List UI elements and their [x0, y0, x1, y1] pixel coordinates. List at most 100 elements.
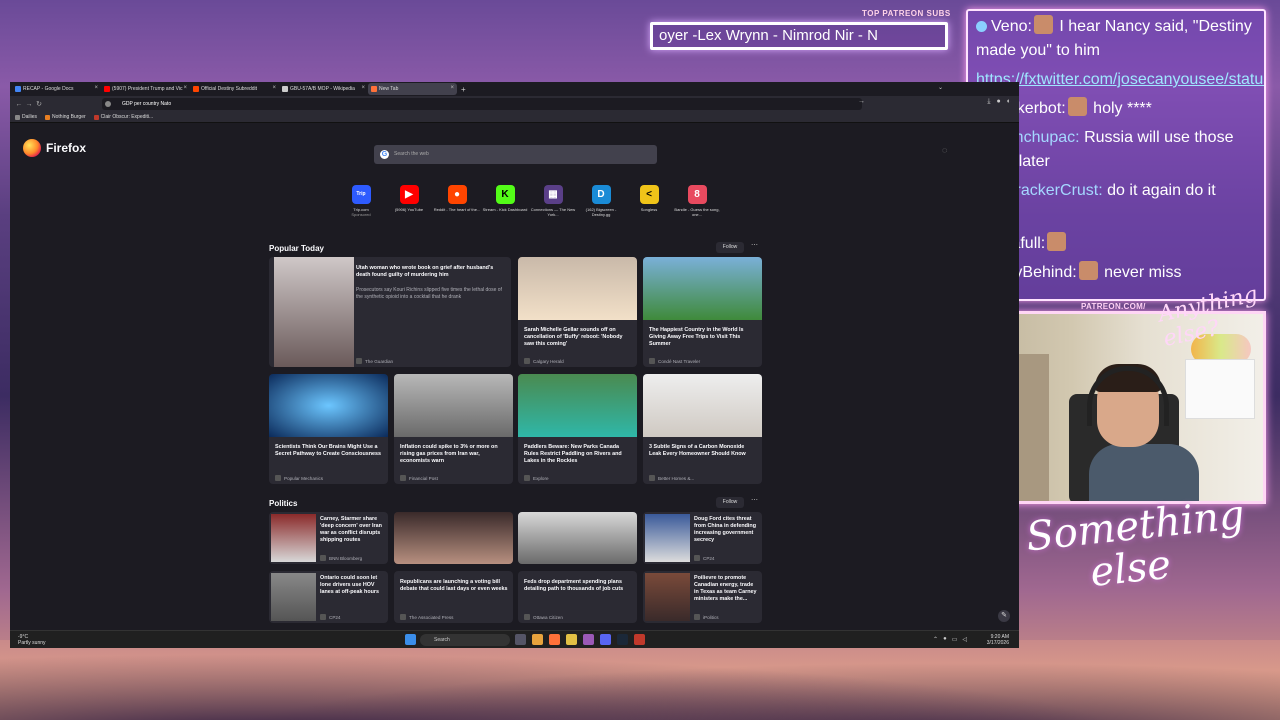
- source-logo-icon: [524, 358, 530, 364]
- close-icon[interactable]: ×: [94, 85, 98, 91]
- account-icon[interactable]: ●: [997, 98, 1001, 106]
- bookmark-item[interactable]: Nothing Burger: [45, 114, 86, 120]
- bookmark-icon: [45, 114, 51, 120]
- clock[interactable]: 9:20 AM 3/17/2026: [987, 634, 1009, 646]
- new-tab-plus-icon[interactable]: +: [461, 85, 466, 94]
- follow-popular-button[interactable]: Follow: [716, 242, 744, 253]
- shortcut-tile[interactable]: ● Reddit - The heart of the...: [433, 185, 481, 217]
- story-card[interactable]: Paddlers Beware: New Parks Canada Rules …: [518, 374, 637, 484]
- downloads-icon[interactable]: ⤓: [987, 98, 990, 106]
- close-icon[interactable]: ×: [450, 85, 454, 91]
- story-card[interactable]: Scientists Think Our Brains Might Use a …: [269, 374, 388, 484]
- story-source-name: BNN Bloomberg: [329, 555, 363, 561]
- story-card[interactable]: The Happiest Country in the World Is Giv…: [643, 257, 762, 367]
- shortcut-tile[interactable]: 8 Bandle - Guess the song, one...: [673, 185, 721, 217]
- tab-favicon-icon: [15, 86, 21, 92]
- edit-pen-icon[interactable]: ✎: [998, 610, 1010, 622]
- story-card[interactable]: Ontario could soon let lone drivers use …: [269, 571, 388, 623]
- firefox-taskbar-icon[interactable]: [549, 634, 560, 645]
- chat-link[interactable]: https://fxtwitter.com/josecanyousee/stat…: [976, 71, 1264, 88]
- back-icon[interactable]: ←: [14, 101, 24, 108]
- more-options-icon[interactable]: ⋯: [751, 496, 758, 504]
- tab-0[interactable]: RECAP - Google Docs ×: [12, 83, 101, 95]
- mic-icon[interactable]: ●: [943, 636, 947, 643]
- forward-icon[interactable]: →: [24, 101, 34, 108]
- story-card[interactable]: Sarah Michelle Gellar sounds off on canc…: [518, 257, 637, 367]
- go-arrow-icon[interactable]: →: [858, 98, 865, 105]
- story-card[interactable]: Carney, Starmer share 'deep concern' ove…: [269, 512, 388, 564]
- story-source-name: Ottawa Citizen: [533, 614, 563, 620]
- shortcut-tile[interactable]: D (162) Bigscreen - Destiny.gg: [577, 185, 625, 217]
- folder-icon[interactable]: [566, 634, 577, 645]
- follow-politics-button[interactable]: Follow: [716, 497, 744, 508]
- close-icon[interactable]: ×: [272, 85, 276, 91]
- webcam-shelf: [1185, 359, 1255, 419]
- source-logo-icon: [320, 555, 326, 561]
- story-card[interactable]: Inflation could spike to 3% or more on r…: [394, 374, 513, 484]
- url-text: GDP per country Nato: [122, 101, 172, 107]
- story-card[interactable]: 3 Subtle Signs of a Carbon Monoxide Leak…: [643, 374, 762, 484]
- shortcut-tile[interactable]: ▶ (5906) YouTube: [385, 185, 433, 217]
- shortcut-tile[interactable]: ▦ Connections — The New York...: [529, 185, 577, 217]
- shortcut-label: Songless: [640, 207, 658, 212]
- close-icon[interactable]: ×: [361, 85, 365, 91]
- shortcut-tile[interactable]: Trip Trip.com Sponsored: [337, 185, 385, 217]
- story-title: Republicans are launching a voting bill …: [400, 579, 508, 592]
- story-title: Paddlers Beware: New Parks Canada Rules …: [524, 444, 622, 464]
- task-view-icon[interactable]: [515, 634, 526, 645]
- story-card[interactable]: Feds drop department spending plans deta…: [518, 571, 637, 623]
- search-engine-icon[interactable]: [105, 101, 111, 107]
- politics-heading: Politics: [269, 499, 298, 508]
- bookmark-item[interactable]: Clair Obscur: Expediti...: [93, 114, 153, 120]
- story-card[interactable]: Utah woman who wrote book on grief after…: [269, 257, 511, 367]
- weather-widget[interactable]: -9°C Partly sunny: [18, 634, 46, 646]
- story-title: Feds drop department spending plans deta…: [524, 579, 624, 592]
- extensions-icon[interactable]: ◐: [1007, 98, 1011, 106]
- start-icon[interactable]: [405, 634, 416, 645]
- shortcut-tile[interactable]: < Songless: [625, 185, 673, 217]
- bookmark-item[interactable]: Dailies: [15, 114, 37, 120]
- shortcut-icon: 8: [687, 185, 707, 204]
- network-icon[interactable]: ▭: [952, 636, 958, 643]
- file-explorer-icon[interactable]: [532, 634, 543, 645]
- reload-icon[interactable]: ↻: [34, 100, 44, 108]
- tab-2[interactable]: Official Destiny Subreddit ×: [190, 83, 279, 95]
- story-source: Calgary Herald: [524, 358, 564, 364]
- source-logo-icon: [524, 614, 530, 620]
- chat-text: holy ****: [1093, 100, 1152, 117]
- search-input[interactable]: G Search the web: [374, 145, 657, 164]
- volume-icon[interactable]: ◁: [962, 636, 967, 643]
- chat-username[interactable]: Veno:: [991, 18, 1032, 35]
- discord-icon[interactable]: [600, 634, 611, 645]
- shortcut-tile[interactable]: K Stream - Kick Dashboard: [481, 185, 529, 217]
- firefox-wordmark: Firefox: [46, 141, 87, 155]
- tab-3[interactable]: GBU-57A/B MOP - Wikipedia ×: [279, 83, 368, 95]
- emote-icon: [1078, 261, 1098, 280]
- tab-4[interactable]: New Tab ×: [368, 83, 457, 95]
- steam-icon[interactable]: [617, 634, 628, 645]
- story-card[interactable]: Republicans are launching a voting bill …: [394, 571, 513, 623]
- pinned-apps: [515, 634, 645, 645]
- app-icon[interactable]: [583, 634, 594, 645]
- story-card[interactable]: Poilievre to promote Canadian energy, tr…: [643, 571, 762, 623]
- tab-1[interactable]: (5907) President Trump and Vic ×: [101, 83, 190, 95]
- source-logo-icon: [275, 475, 281, 481]
- story-image: [271, 573, 316, 621]
- more-options-icon[interactable]: ⋯: [751, 241, 758, 249]
- emote-icon: [1033, 15, 1053, 34]
- story-card[interactable]: [394, 512, 513, 564]
- story-source: Financial Post: [400, 475, 438, 481]
- tab-label: (5907) President Trump and Vic: [112, 86, 183, 92]
- shortcut-icon: ▦: [543, 185, 563, 204]
- story-card[interactable]: [518, 512, 637, 564]
- story-card[interactable]: Doug Ford cites threat from China in def…: [643, 512, 762, 564]
- chevron-up-icon[interactable]: ⌃: [933, 636, 938, 643]
- url-bar[interactable]: GDP per country Nato: [102, 98, 862, 110]
- taskbar-search[interactable]: Search: [420, 634, 510, 646]
- close-icon[interactable]: ×: [183, 85, 187, 91]
- tab-bar: RECAP - Google Docs × (5907) President Tru…: [10, 82, 1019, 96]
- story-source: CP24: [694, 555, 715, 561]
- tab-list-chevron-icon[interactable]: ⌄: [938, 84, 943, 91]
- customize-icon[interactable]: ◌: [942, 145, 947, 155]
- obs-icon[interactable]: [634, 634, 645, 645]
